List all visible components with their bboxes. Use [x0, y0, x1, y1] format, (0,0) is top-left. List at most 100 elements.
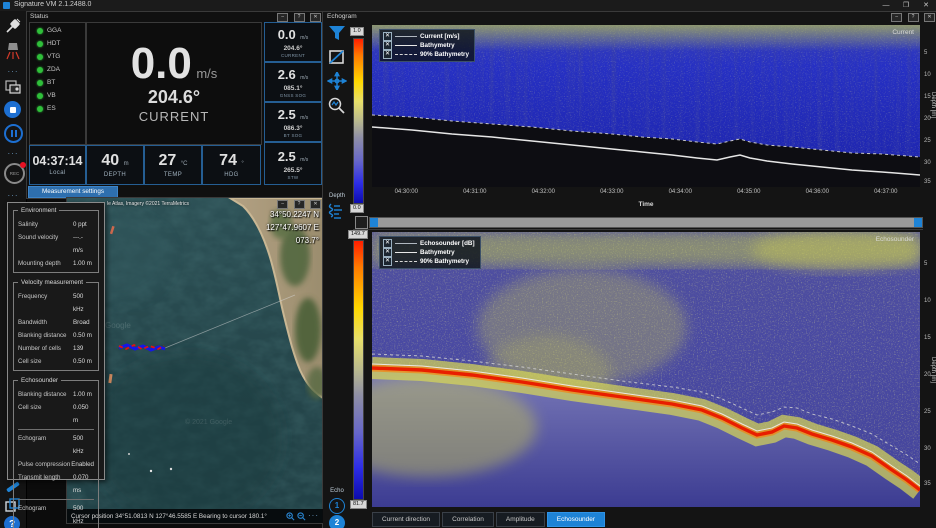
- map-longitude: 127°47.9607 E: [265, 223, 319, 232]
- indicator-label: ES: [47, 105, 56, 112]
- screenshot-icon[interactable]: [3, 79, 23, 100]
- echosounder-plot[interactable]: ✕ Echosounder [dB] ✕ Bathymetry ✕ 90% Bathy…: [372, 232, 920, 507]
- tile-hdg[interactable]: 74 ° HDG: [202, 145, 261, 185]
- status-close-button[interactable]: ✕: [310, 13, 321, 22]
- bottom-plot-legend: ✕ Echosounder [dB] ✕ Bathymetry ✕ 90% Bathy…: [379, 236, 481, 269]
- legend-checkbox[interactable]: ✕: [383, 50, 392, 59]
- indicator-hdt: HDT: [37, 38, 85, 49]
- echosounder-image[interactable]: [372, 232, 920, 507]
- tile-temp[interactable]: 27 °C TEMP: [144, 145, 202, 185]
- map-help-button[interactable]: ?: [293, 200, 305, 209]
- depth-tick: 35: [924, 481, 931, 487]
- cursor-position-text: Cursor position 34°51.0813 N 127°46.5585…: [71, 512, 267, 520]
- echogram-tab-bar: Current direction Correlation Amplitude …: [372, 512, 606, 527]
- echogram-close-button[interactable]: ✕: [924, 13, 935, 22]
- readout-bt-sog[interactable]: 2.5 m/s 086.3° BT SOG: [264, 102, 322, 142]
- zoom-in-icon[interactable]: [286, 511, 295, 521]
- current-echogram-plot[interactable]: ✕ Current [m/s] ✕ Bathymetry ✕ 90% Bathymet…: [372, 25, 920, 187]
- map-more-button[interactable]: ···: [308, 512, 319, 520]
- status-minimize-button[interactable]: –: [277, 13, 289, 22]
- readout-stw[interactable]: 2.5 m/s 265.5° STW: [264, 142, 322, 185]
- pan-icon[interactable]: [325, 70, 349, 95]
- legend-label: 90% Bathymetry: [420, 51, 469, 58]
- bottom-colorbar: [353, 240, 364, 500]
- echogram-help-button[interactable]: ?: [907, 13, 919, 22]
- map-close-button[interactable]: ✕: [310, 200, 321, 209]
- minimize-button[interactable]: —: [876, 0, 896, 11]
- probe-connect-icon[interactable]: [3, 17, 23, 40]
- tile-value: 04:37:14: [32, 153, 83, 168]
- maximize-button[interactable]: ❐: [896, 0, 916, 11]
- record-stop-button[interactable]: [4, 101, 24, 118]
- toolbar-more-3[interactable]: ···: [3, 192, 23, 200]
- zoom-data-icon[interactable]: [325, 96, 349, 119]
- depth-tick: 10: [924, 298, 931, 304]
- tab-current-direction[interactable]: Current direction: [372, 512, 441, 527]
- tile-depth[interactable]: 40 m DEPTH: [86, 145, 144, 185]
- legend-line-sample: [395, 36, 417, 37]
- readout-current[interactable]: 0.0 m/s 204.6° CURRENT: [264, 22, 322, 62]
- depth-profile-icon[interactable]: [325, 202, 349, 227]
- settings-group-title: Environment: [18, 207, 60, 214]
- setting-label: Echogram: [18, 505, 47, 512]
- legend-line-sample: [395, 261, 417, 262]
- pause-button[interactable]: [4, 124, 24, 143]
- echo-view-1-button[interactable]: 1: [325, 498, 349, 514]
- close-button[interactable]: ✕: [916, 0, 936, 11]
- map-minimize-button[interactable]: –: [277, 200, 289, 209]
- tab-echosounder[interactable]: Echosounder: [546, 512, 606, 527]
- readout-gnss-sog[interactable]: 2.6 m/s 085.1° GNSS SOG: [264, 62, 322, 102]
- readout-label: GNSS SOG: [279, 93, 307, 98]
- filter-funnel-icon[interactable]: [325, 24, 349, 47]
- legend-checkbox[interactable]: ✕: [383, 239, 392, 248]
- readout-value: 2.6: [277, 67, 296, 82]
- setting-row: Frequency 500 kHz: [18, 290, 94, 316]
- map-attribution: le Atlas, Imagery ©2021 TerraMetrics: [107, 201, 189, 207]
- setting-value: 500 kHz: [73, 435, 84, 455]
- depth-tick: 30: [924, 446, 931, 452]
- toolbar-more-1[interactable]: ···: [3, 68, 23, 76]
- green-dot-icon: [37, 40, 43, 47]
- signature-vm-app: Signature VM 2.1.2488.0 — ❐ ✕ ··· ··· RE…: [0, 0, 936, 528]
- depth-tick: 15: [924, 335, 931, 341]
- readout-direction: 085.1°: [283, 85, 303, 92]
- legend-checkbox[interactable]: ✕: [383, 257, 392, 266]
- echogram-minimize-button[interactable]: –: [891, 13, 903, 22]
- tab-correlation[interactable]: Correlation: [442, 512, 494, 527]
- legend-row: ✕ Bathymetry: [383, 41, 469, 50]
- tab-amplitude[interactable]: Amplitude: [495, 512, 545, 527]
- legend-checkbox[interactable]: ✕: [383, 248, 392, 257]
- transducer-icon[interactable]: [3, 41, 23, 66]
- readout-value: 0.0: [277, 27, 296, 42]
- scrollbar-right-cap[interactable]: [914, 218, 922, 227]
- readout-unit: m/s: [300, 156, 309, 163]
- number-2-icon: 2: [329, 515, 345, 528]
- setting-row: Echogram 500 kHz: [18, 432, 94, 458]
- setting-value: Broad: [73, 319, 90, 326]
- indicator-bt: BT: [37, 77, 85, 88]
- green-dot-icon: [37, 27, 43, 34]
- scroll-widget[interactable]: [355, 216, 368, 229]
- tile-local-time[interactable]: 04:37:14 Local: [29, 145, 86, 185]
- scrollbar-left-cap[interactable]: [370, 218, 378, 227]
- indicator-label: BT: [47, 79, 56, 86]
- status-help-button[interactable]: ?: [293, 13, 305, 22]
- green-dot-icon: [37, 66, 43, 73]
- legend-checkbox[interactable]: ✕: [383, 32, 392, 41]
- tile-unit: °: [241, 161, 244, 167]
- time-scrollbar[interactable]: [369, 217, 923, 228]
- settings-group-environment: Environment Salinity 0 ppt Sound velocity…: [13, 207, 99, 273]
- setting-value: 1.00 m: [73, 391, 92, 398]
- settings-group-echosounder: Echosounder Blanking distance 1.00 m Cell…: [13, 377, 99, 528]
- toolbar-more-2[interactable]: ···: [3, 150, 23, 158]
- echo-view-2-button[interactable]: 2: [325, 515, 349, 528]
- scale-range-icon[interactable]: [325, 48, 349, 71]
- zoom-out-icon[interactable]: [297, 511, 306, 521]
- legend-label: Bathymetry: [420, 249, 455, 256]
- tile-unit: °C: [180, 161, 188, 167]
- setting-value: 0.50 m: [73, 332, 92, 339]
- rec-button[interactable]: REC: [4, 162, 26, 184]
- legend-checkbox[interactable]: ✕: [383, 41, 392, 50]
- legend-label: Bathymetry: [420, 42, 455, 49]
- window-title: Signature VM 2.1.2488.0: [14, 1, 92, 8]
